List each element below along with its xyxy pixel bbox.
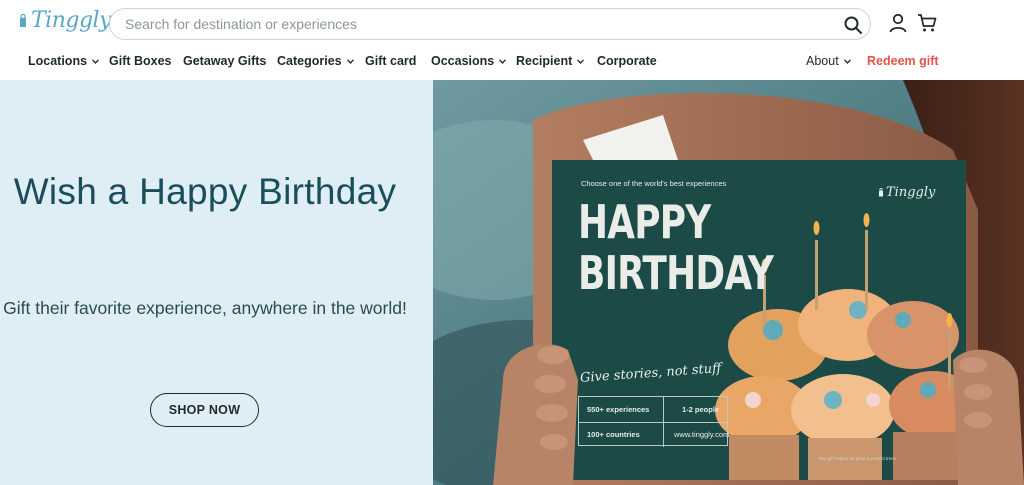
hero-subtitle: Gift their favorite experience, anywhere… — [3, 298, 407, 318]
nav-label: Recipient — [516, 54, 573, 68]
nav-occasions[interactable]: Occasions — [431, 54, 507, 68]
search-icon[interactable] — [843, 15, 863, 35]
nav-label: Redeem gift — [867, 54, 939, 68]
gift-tag-icon — [879, 188, 883, 197]
nav-gift-card[interactable]: Gift card — [365, 54, 416, 68]
logo-text: Tinggly — [31, 8, 112, 33]
card-logo: Tinggly — [878, 185, 935, 200]
card-tagline-top: Choose one of the world's best experienc… — [581, 179, 727, 188]
stat-people: 1-2 people — [682, 405, 720, 414]
nav-label: Corporate — [597, 54, 657, 68]
nav-corporate[interactable]: Corporate — [597, 54, 657, 68]
nav-recipient[interactable]: Recipient — [516, 54, 585, 68]
logo[interactable]: Tinggly — [18, 8, 112, 33]
nav-label: About — [806, 54, 839, 68]
card-stats-table: 550+ experiences 1-2 people 100+ countri… — [578, 396, 730, 447]
gift-card-image: Choose one of the world's best experienc… — [552, 160, 966, 480]
cart-icon[interactable] — [917, 13, 937, 33]
nav-label: Locations — [28, 54, 88, 68]
card-logo-text: Tinggly — [886, 185, 936, 200]
nav-locations[interactable]: Locations — [28, 54, 100, 68]
search-input[interactable] — [125, 9, 825, 39]
hero-title: Wish a Happy Birthday — [13, 171, 397, 212]
nav-label: Gift card — [365, 54, 417, 68]
nav-label: Gift Boxes — [109, 54, 172, 68]
search-bar[interactable] — [109, 8, 871, 40]
nav-label: Getaway Gifts — [183, 54, 267, 68]
stat-countries: 100+ countries — [587, 430, 640, 439]
stat-experiences: 550+ experiences — [587, 405, 650, 414]
nav-categories[interactable]: Categories — [277, 54, 354, 68]
chevron-down-icon — [843, 58, 851, 64]
nav-label: Occasions — [431, 54, 495, 68]
nav-redeem-gift[interactable]: Redeem gift — [867, 54, 939, 68]
header: Tinggly — [0, 0, 1024, 48]
main-nav: Locations Gift Boxes Getaway Gifts Categ… — [0, 50, 1024, 76]
divider — [663, 397, 664, 447]
nav-getaway-gifts[interactable]: Getaway Gifts — [183, 54, 266, 68]
chevron-down-icon — [92, 58, 100, 64]
card-title: HAPPY BIRTHDAY — [578, 195, 774, 300]
nav-about[interactable]: About — [806, 54, 851, 68]
chevron-down-icon — [346, 58, 354, 64]
card-tagline: Give stories, not stuff — [579, 361, 722, 386]
user-icon[interactable] — [888, 13, 908, 33]
chevron-down-icon — [499, 58, 507, 64]
nav-gift-boxes[interactable]: Gift Boxes — [109, 54, 172, 68]
divider — [579, 422, 729, 423]
card-footnote: This gift helped us plant & protect tree… — [818, 456, 897, 461]
gift-tag-icon — [20, 13, 26, 27]
stat-website: www.tinggly.com — [674, 430, 730, 439]
chevron-down-icon — [577, 58, 585, 64]
shop-now-button[interactable]: SHOP NOW — [150, 393, 259, 427]
hero-text-panel: Wish a Happy Birthday Gift their favorit… — [0, 80, 433, 485]
nav-label: Categories — [277, 54, 342, 68]
